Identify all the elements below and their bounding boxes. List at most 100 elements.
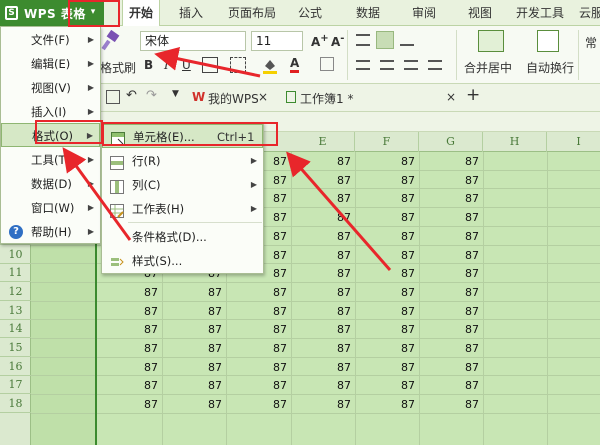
menu-item-styles[interactable]: 样式(S)...	[102, 249, 263, 273]
fill-color-icon[interactable]	[262, 57, 278, 74]
table-cell[interactable]: 87	[291, 342, 351, 355]
tab-view[interactable]: 视图	[462, 0, 498, 26]
menu-item-window[interactable]: 窗口(W) ▶	[1, 196, 100, 220]
tab-review[interactable]: 审阅	[406, 0, 442, 26]
table-cell[interactable]: 87	[291, 230, 351, 243]
table-cell[interactable]: 87	[419, 379, 479, 392]
menu-item-column[interactable]: 列(C) ▶	[102, 173, 263, 197]
tab-page-layout[interactable]: 页面布局	[224, 0, 280, 26]
table-cell[interactable]: 87	[162, 361, 222, 374]
clear-format-icon[interactable]	[320, 57, 334, 71]
table-cell[interactable]: 87	[291, 286, 351, 299]
undo-icon[interactable]: ↶	[126, 88, 137, 103]
table-cell[interactable]: 87	[355, 155, 415, 168]
column-header[interactable]: H	[483, 132, 547, 152]
font-color-icon[interactable]: A	[290, 56, 300, 73]
table-cell[interactable]: 87	[162, 342, 222, 355]
table-cell[interactable]: 87	[227, 305, 287, 318]
format-painter-label[interactable]: 格式刷	[100, 59, 136, 76]
table-cell[interactable]: 87	[355, 342, 415, 355]
table-cell[interactable]: 87	[355, 192, 415, 205]
table-cell[interactable]: 87	[227, 323, 287, 336]
row-header[interactable]: 13	[0, 302, 31, 320]
table-cell[interactable]: 87	[355, 174, 415, 187]
table-cell[interactable]: 87	[227, 342, 287, 355]
new-tab-icon[interactable]: +	[466, 85, 480, 105]
merge-center-label[interactable]: 合并居中	[464, 59, 512, 76]
table-cell[interactable]: 87	[291, 305, 351, 318]
decrease-font-icon[interactable]: A-	[331, 33, 344, 49]
align-left-icon[interactable]	[356, 60, 370, 70]
align-bottom-icon[interactable]	[400, 34, 414, 46]
row-header[interactable]: 14	[0, 320, 31, 339]
table-cell[interactable]: 87	[291, 249, 351, 262]
row-header[interactable]: 10	[0, 246, 31, 264]
row-header[interactable]: 18	[0, 395, 31, 414]
table-cell[interactable]: 87	[419, 286, 479, 299]
row-header[interactable]: 15	[0, 339, 31, 357]
menu-item-worksheet[interactable]: 工作表(H) ▶	[102, 197, 263, 221]
tab-my-wps[interactable]: 我的WPS	[208, 90, 259, 107]
table-cell[interactable]: 87	[355, 230, 415, 243]
tab-workbook[interactable]: 工作簿1 *	[300, 90, 353, 107]
align-middle-icon[interactable]	[376, 31, 394, 49]
table-cell[interactable]: 87	[419, 155, 479, 168]
table-cell[interactable]: 87	[162, 305, 222, 318]
column-header[interactable]: F	[355, 132, 419, 152]
align-right-icon[interactable]	[404, 60, 418, 70]
quick-access-chevron-icon[interactable]: ▼	[172, 89, 179, 99]
table-cell[interactable]: 87	[98, 361, 158, 374]
row-header[interactable]: 12	[0, 283, 31, 301]
table-cell[interactable]: 87	[419, 230, 479, 243]
bold-icon[interactable]: B	[144, 58, 153, 72]
table-cell[interactable]: 87	[291, 211, 351, 224]
wrap-text-icon[interactable]	[537, 30, 559, 52]
menu-item-edit[interactable]: 编辑(E) ▶	[1, 52, 100, 76]
table-cell[interactable]: 87	[419, 267, 479, 280]
table-cell[interactable]: 87	[98, 305, 158, 318]
table-cell[interactable]: 87	[355, 305, 415, 318]
table-cell[interactable]: 87	[227, 286, 287, 299]
tab-insert[interactable]: 插入	[174, 0, 208, 26]
row-header[interactable]: 11	[0, 264, 31, 283]
wrap-text-label[interactable]: 自动换行	[526, 59, 574, 76]
table-cell[interactable]: 87	[291, 398, 351, 411]
menu-item-data[interactable]: 数据(D) ▶	[1, 172, 100, 196]
close-icon[interactable]: ×	[258, 90, 268, 104]
table-cell[interactable]: 87	[98, 342, 158, 355]
table-cell[interactable]: 87	[419, 361, 479, 374]
table-cell[interactable]: 87	[355, 361, 415, 374]
table-cell[interactable]: 87	[419, 249, 479, 262]
italic-icon[interactable]: I	[164, 58, 169, 72]
menu-item-file[interactable]: 文件(F) ▶	[1, 28, 100, 52]
table-cell[interactable]: 87	[355, 398, 415, 411]
borders-icon[interactable]	[202, 57, 218, 73]
cell-fill-grid-icon[interactable]	[230, 57, 246, 73]
table-cell[interactable]: 87	[419, 211, 479, 224]
underline-icon[interactable]: U	[182, 58, 191, 72]
table-cell[interactable]: 87	[355, 323, 415, 336]
table-cell[interactable]: 87	[162, 323, 222, 336]
number-format-select[interactable]: 常	[585, 34, 597, 51]
table-cell[interactable]: 87	[162, 379, 222, 392]
table-cell[interactable]: 87	[98, 398, 158, 411]
table-cell[interactable]: 87	[162, 286, 222, 299]
increase-font-icon[interactable]: A+	[311, 33, 329, 49]
row-header[interactable]: 16	[0, 358, 31, 376]
menu-item-row[interactable]: 行(R) ▶	[102, 149, 263, 173]
table-cell[interactable]: 87	[355, 211, 415, 224]
tab-home[interactable]: 开始	[122, 0, 160, 27]
table-cell[interactable]: 87	[291, 174, 351, 187]
table-cell[interactable]: 87	[227, 398, 287, 411]
merge-center-icon[interactable]	[478, 30, 504, 52]
table-cell[interactable]: 87	[355, 249, 415, 262]
table-cell[interactable]: 87	[227, 379, 287, 392]
table-cell[interactable]: 87	[98, 379, 158, 392]
table-cell[interactable]: 87	[291, 192, 351, 205]
table-cell[interactable]: 87	[419, 398, 479, 411]
format-painter-icon[interactable]	[100, 29, 122, 52]
table-cell[interactable]: 87	[98, 323, 158, 336]
redo-icon[interactable]: ↷	[146, 88, 157, 103]
table-cell[interactable]: 87	[355, 286, 415, 299]
table-cell[interactable]: 87	[419, 323, 479, 336]
